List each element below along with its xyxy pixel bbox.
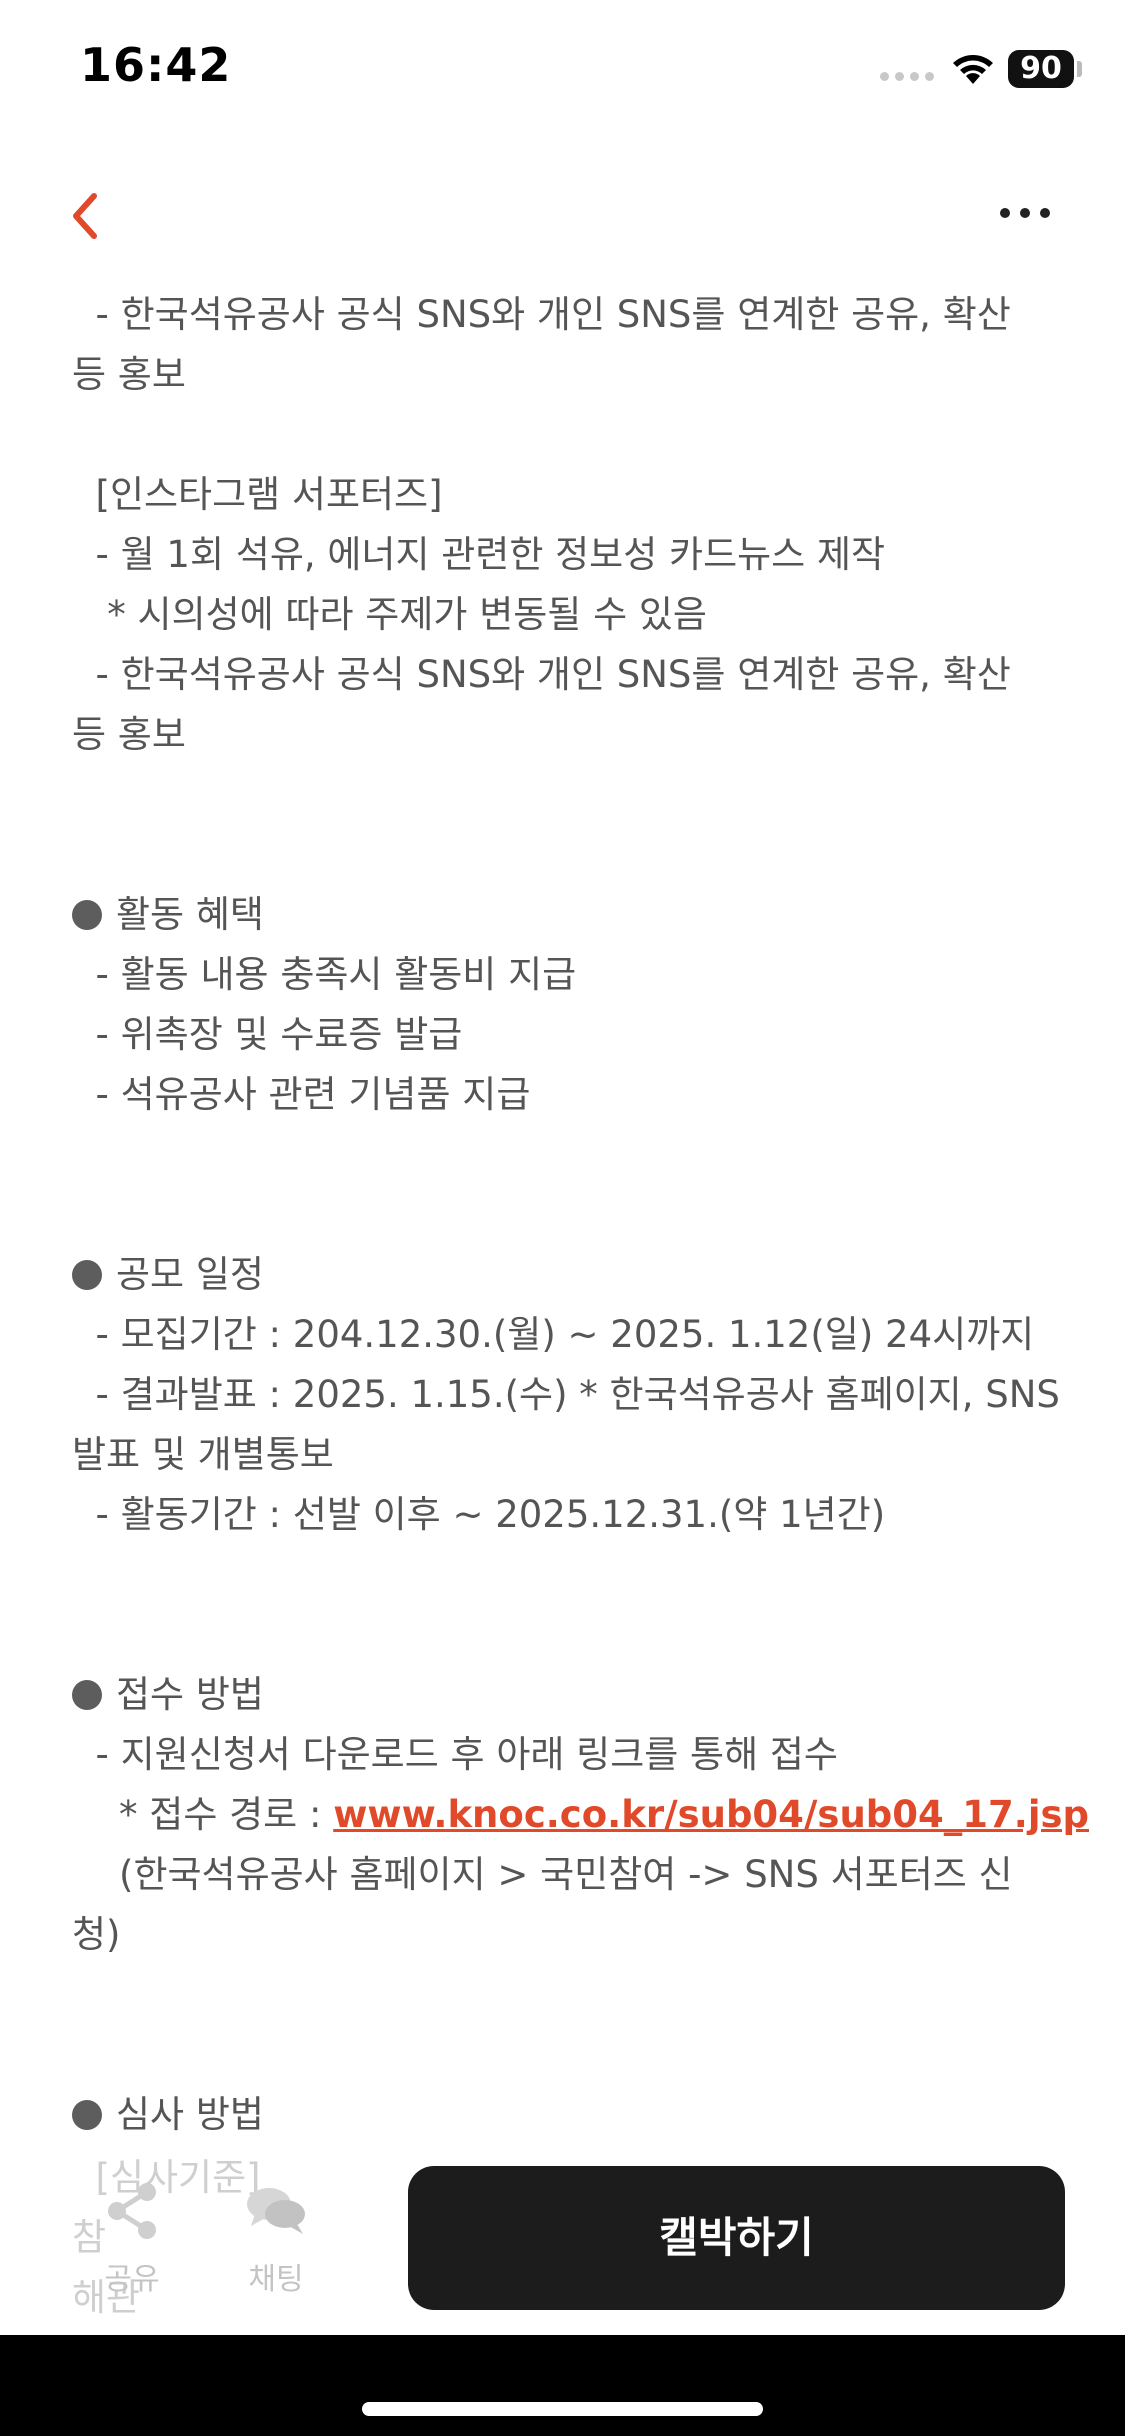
text-line: - 활동기간 : 선발 이후 ~ 2025.12.31.(약 1년간)	[72, 1493, 886, 1536]
status-time: 16:42	[80, 38, 232, 92]
bullet-icon	[72, 1680, 102, 1710]
text-line: 등 홍보	[72, 713, 186, 756]
share-icon	[108, 2183, 156, 2239]
nav-bar	[0, 170, 1125, 260]
section-apply-title: 접수 방법	[72, 1665, 1062, 1725]
status-bar: 16:42 90	[0, 0, 1125, 140]
bullet-icon	[72, 900, 102, 930]
share-label: 공유	[104, 2262, 160, 2297]
bullet-icon	[72, 2100, 102, 2130]
text-line: - 결과발표 : 2025. 1.15.(수) * 한국석유공사 홈페이지, S…	[72, 1373, 1060, 1416]
text-line: - 모집기간 : 204.12.30.(월) ~ 2025. 1.12(일) 2…	[72, 1313, 1035, 1356]
cellular-signal-icon	[880, 72, 934, 81]
wifi-icon	[953, 55, 993, 84]
text-line: 발표 및 개별통보	[72, 1433, 334, 1476]
text-line: - 한국석유공사 공식 SNS와 개인 SNS를 연계한 공유, 확산	[72, 653, 1011, 696]
text-line: - 월 1회 석유, 에너지 관련한 정보성 카드뉴스 제작	[72, 533, 886, 576]
more-dots-icon	[1000, 208, 1010, 218]
apply-link[interactable]: www.knoc.co.kr/sub04/sub04_17.jsp	[333, 1793, 1089, 1836]
instagram-supporters-header: [인스타그램 서포터즈]	[72, 473, 443, 516]
bullet-icon	[72, 1260, 102, 1290]
text-line: 등 홍보	[72, 353, 186, 396]
back-button[interactable]	[60, 184, 120, 248]
text-line: - 지원신청서 다운로드 후 아래 링크를 통해 접수	[72, 1733, 838, 1776]
text-line: - 위촉장 및 수료증 발급	[72, 1013, 463, 1056]
chat-bubbles-icon	[247, 2188, 305, 2234]
text-line: * 시의성에 따라 주제가 변동될 수 있음	[72, 593, 707, 636]
text-line: - 활동 내용 충족시 활동비 지급	[72, 953, 577, 996]
post-body: - 한국석유공사 공식 SNS와 개인 SNS를 연계한 공유, 확산 등 홍보…	[72, 285, 1090, 2145]
chat-label: 채팅	[248, 2262, 304, 2297]
section-benefits-title: 활동 혜택	[72, 885, 1062, 945]
text-line: 청)	[72, 1913, 121, 1956]
chat-button[interactable]: 채팅	[230, 2180, 322, 2298]
battery-tip	[1077, 61, 1082, 77]
more-options-button[interactable]	[1000, 198, 1060, 228]
chevron-left-icon	[73, 193, 97, 239]
apply-route-line: * 접수 경로 : www.knoc.co.kr/sub04/sub04_17.…	[72, 1793, 1090, 1836]
bottom-action-bar: 공유 채팅 캘박하기	[0, 2150, 1125, 2335]
text-line: (한국석유공사 홈페이지 > 국민참여 -> SNS 서포터즈 신	[72, 1853, 1013, 1896]
text-line: - 한국석유공사 공식 SNS와 개인 SNS를 연계한 공유, 확산	[72, 293, 1011, 336]
home-indicator-area	[0, 2335, 1125, 2436]
section-review-title: 심사 방법	[72, 2085, 1062, 2145]
battery-icon: 90	[1008, 50, 1074, 88]
share-button[interactable]: 공유	[90, 2180, 174, 2298]
section-schedule-title: 공모 일정	[72, 1245, 1062, 1305]
home-indicator[interactable]	[362, 2402, 763, 2416]
bookmark-calendar-button[interactable]: 캘박하기	[408, 2166, 1065, 2310]
text-line: - 석유공사 관련 기념품 지급	[72, 1073, 531, 1116]
